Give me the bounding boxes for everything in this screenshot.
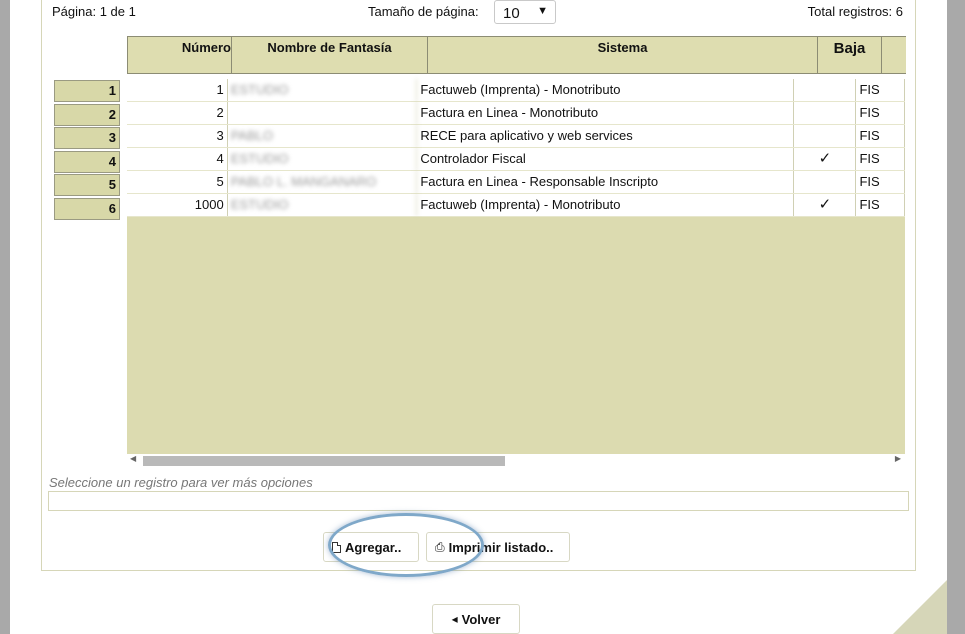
checkmark-icon: ✓ (794, 148, 857, 170)
cell-nombre: ESTUDIO (228, 194, 418, 216)
cell-sistema: Factuweb (Imprenta) - Monotributo (417, 194, 795, 216)
grid-container: 1 2 3 4 5 6 Número Nombre de Fantasía Si… (49, 36, 906, 467)
add-button[interactable]: Agregar.. (323, 532, 419, 562)
cell-baja (794, 125, 857, 147)
column-header-nombre[interactable]: Nombre de Fantasía (232, 37, 428, 73)
grid-header: Número Nombre de Fantasía Sistema Baja (127, 36, 906, 74)
cell-numero: 1 (127, 79, 228, 101)
column-header-numero[interactable]: Número (128, 37, 232, 73)
page-size-value: 10 (503, 5, 520, 22)
results-panel: Página: 1 de 1 Tamaño de página: 10 ▼ To… (41, 0, 916, 571)
row-number-column: 1 2 3 4 5 6 (54, 80, 120, 222)
checkmark-icon: ✓ (794, 194, 857, 216)
column-header-sistema[interactable]: Sistema (428, 37, 818, 73)
cell-baja (794, 171, 857, 193)
cell-nombre: PABLO L. MANGANARO (228, 171, 418, 193)
page-info: Página: 1 de 1 (52, 4, 136, 19)
cell-extra: FIS (856, 194, 905, 216)
cell-numero: 1000 (127, 194, 228, 216)
cell-nombre (228, 102, 418, 124)
cell-baja (794, 79, 857, 101)
cell-nombre: ESTUDIO (228, 148, 418, 170)
row-number[interactable]: 3 (54, 127, 120, 150)
cell-extra: FIS (856, 171, 905, 193)
cell-sistema: Factuweb (Imprenta) - Monotributo (417, 79, 795, 101)
table-row[interactable]: 4 ESTUDIO Controlador Fiscal ✓ FIS (127, 148, 905, 171)
page-size-label: Tamaño de página: (368, 4, 479, 19)
cell-sistema: Controlador Fiscal (417, 148, 795, 170)
chevron-down-icon: ▼ (537, 5, 548, 17)
page-container: Página: 1 de 1 Tamaño de página: 10 ▼ To… (10, 0, 947, 634)
cell-baja (794, 102, 857, 124)
row-number[interactable]: 6 (54, 197, 120, 220)
scroll-right-icon[interactable]: ▶ (895, 454, 901, 463)
cell-sistema: RECE para aplicativo y web services (417, 125, 795, 147)
horizontal-scrollbar[interactable]: ◀ ▶ (127, 454, 905, 467)
cell-sistema: Factura en Linea - Monotributo (417, 102, 795, 124)
total-records: Total registros: 6 (807, 4, 903, 19)
back-button[interactable]: ◂ Volver (432, 604, 520, 634)
table-row[interactable]: 1 ESTUDIO Factuweb (Imprenta) - Monotrib… (127, 79, 905, 102)
grid-body: 1 ESTUDIO Factuweb (Imprenta) - Monotrib… (127, 79, 905, 454)
back-button-label: Volver (461, 611, 501, 627)
print-list-button[interactable]: ⎙ Imprimir listado.. (426, 532, 570, 562)
page-corner-decoration (893, 580, 947, 634)
table-row[interactable]: 1000 ESTUDIO Factuweb (Imprenta) - Monot… (127, 194, 905, 217)
cell-extra: FIS (856, 102, 905, 124)
cell-numero: 3 (127, 125, 228, 147)
print-button-label: Imprimir listado.. (448, 539, 554, 555)
add-button-label: Agregar.. (345, 539, 402, 555)
cell-extra: FIS (856, 125, 905, 147)
cell-nombre: PABLO (228, 125, 418, 147)
row-number[interactable]: 2 (54, 103, 120, 126)
cell-extra: FIS (856, 79, 905, 101)
row-number[interactable]: 1 (54, 80, 120, 102)
table-row[interactable]: 5 PABLO L. MANGANARO Factura en Linea - … (127, 171, 905, 194)
table-row[interactable]: 3 PABLO RECE para aplicativo y web servi… (127, 125, 905, 148)
cell-numero: 4 (127, 148, 228, 170)
row-number[interactable]: 5 (54, 174, 120, 197)
cell-nombre: ESTUDIO (228, 79, 418, 101)
cell-sistema: Factura en Linea - Responsable Inscripto (417, 171, 795, 193)
column-header-baja[interactable]: Baja (818, 37, 882, 73)
cell-numero: 5 (127, 171, 228, 193)
arrow-left-icon: ◂ (451, 612, 458, 626)
pagination-bar: Página: 1 de 1 Tamaño de página: 10 ▼ To… (42, 0, 915, 26)
scroll-left-icon[interactable]: ◀ (130, 454, 136, 463)
data-grid: Número Nombre de Fantasía Sistema Baja 1… (127, 36, 906, 454)
column-header-extra[interactable] (882, 37, 906, 73)
page-size-select[interactable]: 10 ▼ (494, 0, 556, 24)
cell-numero: 2 (127, 102, 228, 124)
selection-hint: Seleccione un registro para ver más opci… (49, 475, 313, 490)
record-options-box (48, 491, 909, 511)
cell-extra: FIS (856, 148, 905, 170)
scrollbar-thumb[interactable] (143, 456, 505, 466)
printer-icon: ⎙ (435, 539, 445, 554)
document-icon (332, 541, 341, 553)
table-row[interactable]: 2 Factura en Linea - Monotributo FIS (127, 102, 905, 125)
row-number[interactable]: 4 (54, 150, 120, 173)
